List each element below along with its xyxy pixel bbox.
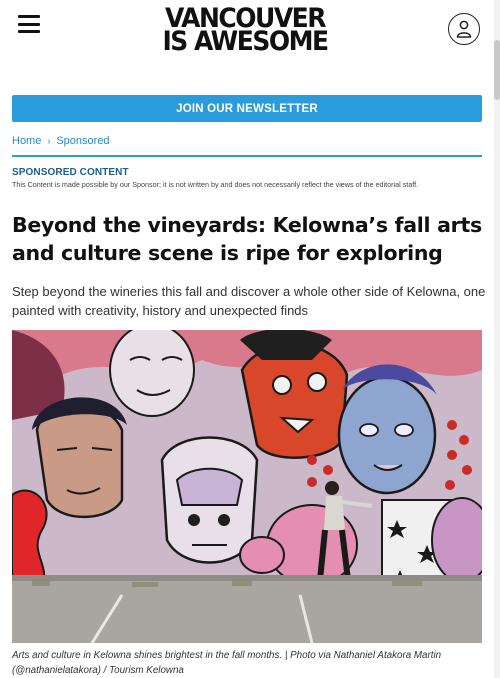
sponsored-content-label: SPONSORED CONTENT [12, 167, 129, 178]
breadcrumb: Home › Sponsored [12, 135, 110, 147]
logo-line-2: IS AWESOME [162, 25, 329, 57]
breadcrumb-home-link[interactable]: Home [12, 135, 41, 147]
breadcrumb-separator-icon: › [47, 136, 51, 146]
site-logo[interactable]: VANCOUVER IS AWESOME [150, 5, 340, 57]
mural-illustration [12, 330, 482, 643]
photo-caption: Arts and culture in Kelowna shines brigh… [12, 650, 442, 676]
page-scrollbar[interactable] [494, 0, 500, 678]
hamburger-menu-icon[interactable] [18, 15, 40, 33]
sponsored-disclaimer: This Content is made possible by our Spo… [12, 180, 419, 189]
user-account-icon[interactable] [448, 13, 480, 45]
site-header: VANCOUVER IS AWESOME [0, 0, 500, 80]
article-headline: Beyond the vineyards: Kelowna’s fall art… [12, 213, 482, 265]
user-glyph-icon [456, 20, 472, 38]
join-newsletter-button[interactable]: JOIN OUR NEWSLETTER [12, 95, 482, 122]
article-hero-photo[interactable] [12, 330, 482, 643]
section-divider [12, 155, 482, 157]
breadcrumb-sponsored-link[interactable]: Sponsored [56, 135, 109, 147]
scrollbar-thumb[interactable] [494, 40, 500, 100]
article-dek: Step beyond the wineries this fall and d… [12, 284, 486, 318]
